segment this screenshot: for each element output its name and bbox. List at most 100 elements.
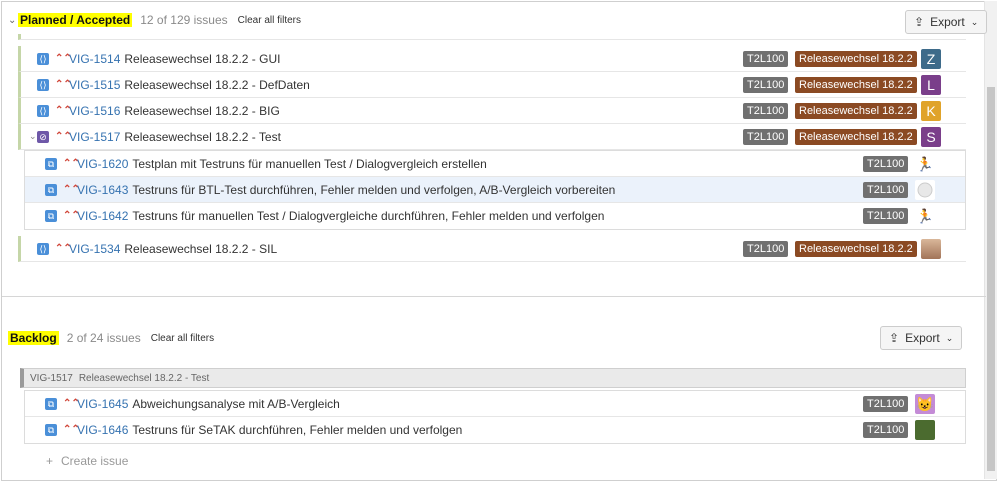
table-row[interactable]: ⟨⟩ ⌃⌃ VIG-1515 Releasewechsel 18.2.2 - D… [18, 72, 966, 98]
avatar [915, 420, 935, 440]
issue-key[interactable]: VIG-1643 [77, 183, 128, 197]
release-badge: Releasewechsel 18.2.2 [795, 50, 917, 67]
version-badge: T2L100 [743, 102, 789, 119]
release-badge: Releasewechsel 18.2.2 [795, 128, 917, 145]
subtask-icon: ⧉ [45, 157, 57, 170]
subtask-icon: ⧉ [45, 210, 57, 222]
priority-high-icon: ⌃⌃ [63, 157, 80, 169]
planned-header: ⌄ Planned / Accepted 12 of 129 issues Cl… [8, 8, 301, 32]
clear-filters-link[interactable]: Clear all filters [151, 333, 214, 344]
runner-icon: 🏃 [915, 153, 935, 174]
issue-summary: Testruns für manuellen Test / Dialogverg… [132, 209, 605, 223]
export-icon: ⇪ [889, 331, 900, 345]
version-badge: T2L100 [863, 181, 909, 198]
priority-high-icon: ⌃⌃ [63, 183, 80, 195]
story-icon: ⟨⟩ [37, 104, 49, 117]
issue-key[interactable]: VIG-1534 [69, 242, 120, 256]
issue-key[interactable]: VIG-1642 [77, 209, 128, 223]
subtask-row[interactable]: ⧉ ⌃⌃ VIG-1642 Testruns für manuellen Tes… [25, 203, 965, 229]
parent-group-label: VIG-1517 Releasewechsel 18.2.2 - Test [20, 368, 966, 388]
table-row[interactable]: ⟨⟩ ⌃⌃ VIG-1514 Releasewechsel 18.2.2 - G… [18, 46, 966, 72]
issue-count: 12 of 129 issues [140, 13, 228, 27]
avatar: Z [921, 48, 941, 69]
chevron-down-icon: ⌄ [945, 332, 954, 343]
issue-key[interactable]: VIG-1514 [69, 52, 120, 66]
issue-summary: Releasewechsel 18.2.2 - Test [124, 129, 281, 144]
runner-icon: 🏃 [915, 206, 935, 226]
export-label: Export [930, 15, 965, 29]
avatar: 😺 [915, 393, 935, 414]
avatar [921, 238, 941, 259]
release-badge: Releasewechsel 18.2.2 [795, 102, 917, 119]
subtask-group: ⧉ ⌃⌃ VIG-1620 Testplan mit Testruns für … [24, 150, 966, 230]
priority-high-icon: ⌃⌃ [55, 78, 72, 90]
story-icon: ⟨⟩ [37, 78, 49, 91]
version-badge: T2L100 [743, 240, 789, 257]
parent-key[interactable]: VIG-1517 [30, 373, 73, 384]
subtask-icon: ⧉ [45, 424, 57, 436]
issue-key[interactable]: VIG-1517 [69, 130, 120, 144]
priority-high-icon: ⌃⌃ [63, 210, 80, 221]
clear-filters-link[interactable]: Clear all filters [238, 15, 301, 26]
priority-high-icon: ⌃⌃ [55, 130, 72, 142]
version-badge: T2L100 [743, 76, 789, 93]
plus-icon: + [46, 454, 54, 468]
issue-key[interactable]: VIG-1620 [77, 157, 128, 171]
export-button[interactable]: ⇪ Export ⌄ [905, 10, 988, 34]
parent-summary: Releasewechsel 18.2.2 - Test [78, 372, 210, 384]
release-badge: Releasewechsel 18.2.2 [795, 240, 917, 257]
story-icon: ⟨⟩ [37, 242, 49, 255]
test-icon: ⊘ [37, 130, 49, 143]
subtask-icon: ⧉ [45, 183, 57, 196]
issue-summary: Releasewechsel 18.2.2 - BIG [124, 103, 280, 118]
priority-high-icon: ⌃⌃ [63, 397, 80, 409]
issue-key[interactable]: VIG-1515 [69, 78, 120, 92]
issue-summary: Testruns für SeTAK durchführen, Fehler m… [132, 423, 463, 437]
export-button[interactable]: ⇪ Export ⌄ [880, 326, 963, 350]
table-row[interactable]: ⧉ ⌃⌃ VIG-1646 Testruns für SeTAK durchfü… [25, 417, 965, 443]
chevron-down-icon[interactable]: ⌄ [8, 15, 18, 26]
chevron-down-icon[interactable]: ⌄ [29, 131, 37, 142]
backlog-header: Backlog 2 of 24 issues Clear all filters [8, 326, 214, 350]
export-icon: ⇪ [914, 15, 925, 29]
version-badge: T2L100 [743, 50, 789, 67]
release-badge: Releasewechsel 18.2.2 [795, 76, 917, 93]
issue-summary: Testplan mit Testruns für manuellen Test… [132, 156, 487, 171]
table-row[interactable]: ⟨⟩ ⌃⌃ VIG-1534 Releasewechsel 18.2.2 - S… [18, 236, 966, 262]
avatar: K [921, 100, 941, 121]
avatar: L [921, 74, 941, 95]
subtask-row[interactable]: ⧉ ⌃⌃ VIG-1620 Testplan mit Testruns für … [25, 151, 965, 177]
version-badge: T2L100 [863, 422, 909, 438]
section-title: Backlog [8, 331, 59, 345]
version-badge: T2L100 [863, 155, 909, 172]
chevron-down-icon: ⌄ [970, 16, 979, 27]
issue-summary: Testruns für BTL-Test durchführen, Fehle… [132, 182, 616, 197]
section-title: Planned / Accepted [18, 13, 133, 27]
scrollbar[interactable] [984, 1, 997, 479]
priority-high-icon: ⌃⌃ [55, 104, 72, 116]
create-issue-label: Create issue [61, 454, 129, 468]
issue-key[interactable]: VIG-1645 [77, 397, 128, 411]
table-row[interactable]: ⌄ ⊘ ⌃⌃ VIG-1517 Releasewechsel 18.2.2 - … [18, 124, 966, 150]
scroll-thumb[interactable] [987, 87, 995, 471]
version-badge: T2L100 [863, 208, 909, 224]
version-badge: T2L100 [863, 395, 909, 412]
issue-key[interactable]: VIG-1646 [77, 423, 128, 437]
avatar [915, 179, 935, 200]
version-badge: T2L100 [743, 128, 789, 145]
export-label: Export [905, 331, 940, 345]
subtask-row[interactable]: ⧉ ⌃⌃ VIG-1643 Testruns für BTL-Test durc… [25, 177, 965, 203]
issue-summary: Releasewechsel 18.2.2 - SIL [124, 241, 278, 256]
issue-key[interactable]: VIG-1516 [69, 104, 120, 118]
table-row[interactable]: ⧉ ⌃⌃ VIG-1645 Abweichungsanalyse mit A/B… [25, 391, 965, 417]
create-issue-link[interactable]: + Create issue [46, 454, 128, 468]
issue-summary: Abweichungsanalyse mit A/B-Vergleich [132, 396, 340, 411]
issue-summary: Releasewechsel 18.2.2 - GUI [124, 51, 281, 66]
priority-high-icon: ⌃⌃ [55, 242, 72, 254]
backlog-list: ⧉ ⌃⌃ VIG-1645 Abweichungsanalyse mit A/B… [24, 390, 966, 444]
section-divider [2, 296, 986, 297]
issue-summary: Releasewechsel 18.2.2 - DefDaten [124, 77, 310, 92]
priority-high-icon: ⌃⌃ [55, 52, 72, 64]
table-row[interactable]: ⟨⟩ ⌃⌃ VIG-1516 Releasewechsel 18.2.2 - B… [18, 98, 966, 124]
priority-high-icon: ⌃⌃ [63, 424, 80, 435]
